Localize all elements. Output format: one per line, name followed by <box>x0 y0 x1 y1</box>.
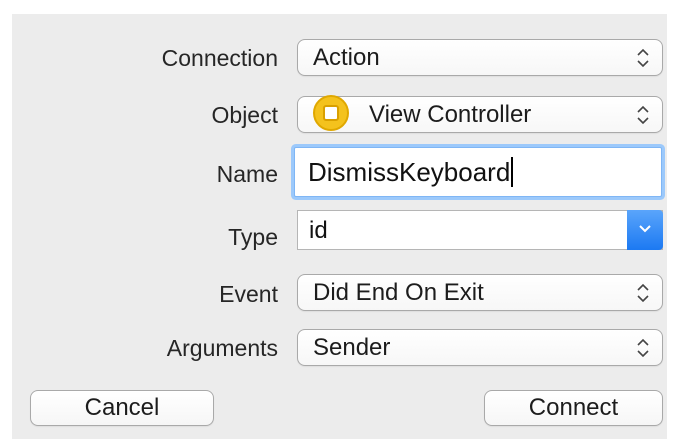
chevron-down-icon <box>639 225 651 233</box>
object-value: View Controller <box>369 101 532 128</box>
object-label: Object <box>211 102 278 128</box>
cancel-button[interactable]: Cancel <box>30 390 214 426</box>
event-label: Event <box>219 281 278 307</box>
arguments-popup[interactable]: Sender <box>297 329 663 366</box>
type-combobox[interactable]: id <box>297 210 663 250</box>
arguments-value: Sender <box>313 334 391 361</box>
connect-button[interactable]: Connect <box>484 390 663 426</box>
name-field[interactable]: DismissKeyboard <box>294 147 662 197</box>
connection-popup[interactable]: Action <box>297 39 663 76</box>
view-controller-icon <box>313 95 349 131</box>
up-down-chevron-icon <box>637 338 649 358</box>
up-down-chevron-icon <box>637 48 649 68</box>
up-down-chevron-icon <box>637 105 649 125</box>
event-popup[interactable]: Did End On Exit <box>297 274 663 311</box>
type-value: id <box>309 217 328 244</box>
text-caret <box>511 157 514 187</box>
arguments-label: Arguments <box>166 335 278 361</box>
object-popup[interactable]: View Controller <box>297 95 663 133</box>
type-dropdown-button[interactable] <box>627 210 663 250</box>
connection-value: Action <box>313 44 380 71</box>
name-value: DismissKeyboard <box>308 157 511 187</box>
up-down-chevron-icon <box>637 283 649 303</box>
name-label: Name <box>216 161 278 187</box>
event-value: Did End On Exit <box>313 279 484 306</box>
connection-label: Connection <box>161 45 278 71</box>
type-label: Type <box>228 224 278 250</box>
